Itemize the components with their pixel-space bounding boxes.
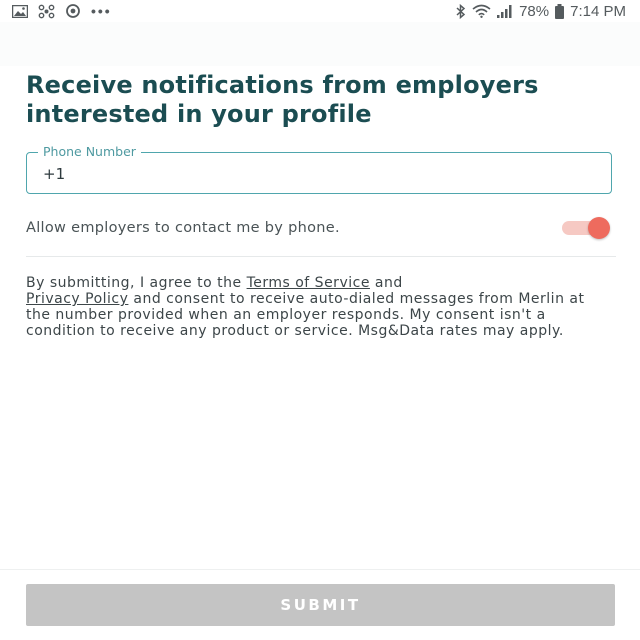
toggle-thumb xyxy=(588,217,610,239)
consent-text-part: and xyxy=(369,275,403,291)
consent-text-part: By submitting, I agree to the xyxy=(26,275,247,291)
battery-percent: 78% xyxy=(519,2,550,20)
section-divider xyxy=(26,256,616,257)
overflow-dots: ••• xyxy=(91,3,112,19)
allow-contact-toggle[interactable] xyxy=(562,216,612,240)
footer-divider xyxy=(0,569,640,570)
phone-number-input[interactable] xyxy=(43,163,583,185)
battery-icon xyxy=(555,3,565,19)
sync-icon xyxy=(65,3,81,19)
page-title: Receive notifications from employers int… xyxy=(26,71,539,128)
privacy-policy-link[interactable]: Privacy Policy xyxy=(26,291,128,307)
terms-of-service-link[interactable]: Terms of Service xyxy=(247,275,370,291)
allow-contact-row: Allow employers to contact me by phone. xyxy=(26,216,612,240)
signal-icon xyxy=(497,4,513,18)
pinwheel-icon xyxy=(38,4,55,19)
submit-button[interactable]: SUBMIT xyxy=(26,584,615,626)
consent-text: By submitting, I agree to the Terms of S… xyxy=(26,275,586,339)
image-icon xyxy=(12,4,28,18)
phone-number-label: Phone Number xyxy=(38,145,141,159)
app-bar xyxy=(0,22,640,66)
status-time: 7:14 PM xyxy=(570,2,626,20)
wifi-icon xyxy=(472,4,491,18)
status-bar-right: 78% 7:14 PM xyxy=(456,3,640,20)
phone-number-field[interactable]: Phone Number xyxy=(26,145,612,194)
status-bar-left: ••• xyxy=(0,3,112,19)
status-bar: ••• 78% 7:14 PM xyxy=(0,0,640,22)
allow-contact-label: Allow employers to contact me by phone. xyxy=(26,220,340,236)
bluetooth-icon xyxy=(456,3,466,19)
